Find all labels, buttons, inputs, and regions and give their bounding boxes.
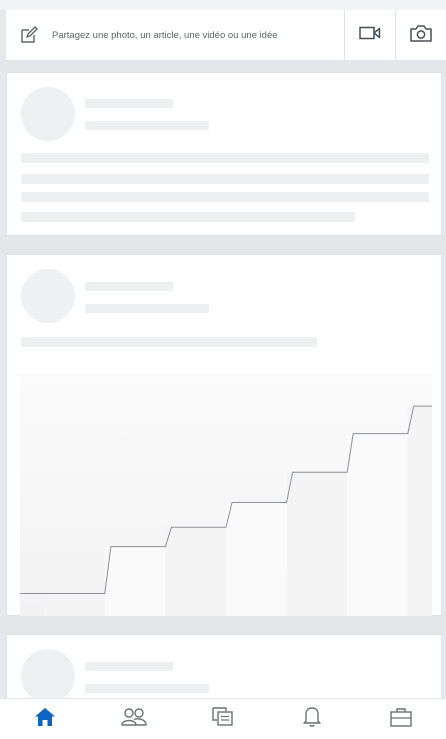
bottom-navigation — [0, 698, 446, 739]
avatar-placeholder — [21, 269, 75, 323]
my-network-icon — [120, 707, 148, 732]
home-icon — [34, 707, 56, 732]
messaging-icon — [212, 706, 234, 733]
chart-step-column — [407, 406, 432, 621]
camera-icon — [410, 24, 432, 47]
chart-step-column — [165, 527, 226, 621]
share-placeholder: Partagez une photo, un article, une vidé… — [52, 29, 278, 41]
text-line-placeholder — [21, 174, 429, 184]
share-photo-button[interactable] — [395, 10, 446, 60]
avatar-placeholder — [21, 87, 75, 141]
chart-step-column — [226, 502, 287, 621]
share-input-area[interactable]: Partagez une photo, un article, une vidé… — [6, 10, 344, 60]
text-line-placeholder — [21, 153, 429, 163]
nav-my-network[interactable] — [104, 699, 164, 739]
share-video-button[interactable] — [344, 10, 395, 60]
chart-step-column — [286, 472, 348, 621]
media-placeholder-chart — [20, 373, 432, 621]
feed-post-skeleton — [6, 634, 442, 703]
nav-notifications[interactable] — [282, 699, 342, 739]
feed-post-skeleton-with-media — [6, 254, 442, 621]
text-line-placeholder — [21, 212, 355, 222]
author-headline-placeholder — [85, 304, 209, 313]
jobs-briefcase-icon — [389, 707, 413, 732]
author-headline-placeholder — [85, 121, 209, 130]
feed-post-skeleton — [6, 72, 442, 236]
author-name-placeholder — [85, 282, 173, 291]
top-spacer — [0, 0, 446, 10]
author-name-placeholder — [85, 662, 173, 671]
nav-messaging[interactable] — [193, 699, 253, 739]
nav-jobs[interactable] — [371, 699, 431, 739]
compose-icon — [6, 25, 52, 45]
feed-gap — [0, 616, 446, 634]
feed-gap — [0, 61, 446, 72]
text-line-placeholder — [21, 337, 317, 347]
chart-step-column — [104, 546, 166, 621]
notifications-bell-icon — [302, 706, 322, 733]
chart-step-column — [347, 433, 408, 621]
avatar-placeholder — [21, 649, 75, 703]
author-name-placeholder — [85, 99, 173, 108]
step-chart — [20, 405, 432, 621]
share-box: Partagez une photo, un article, une vidé… — [6, 10, 446, 61]
feed-gap — [0, 236, 446, 254]
text-line-placeholder — [21, 192, 429, 202]
nav-home[interactable] — [15, 699, 75, 739]
author-headline-placeholder — [85, 684, 209, 693]
video-camera-icon — [359, 26, 381, 45]
